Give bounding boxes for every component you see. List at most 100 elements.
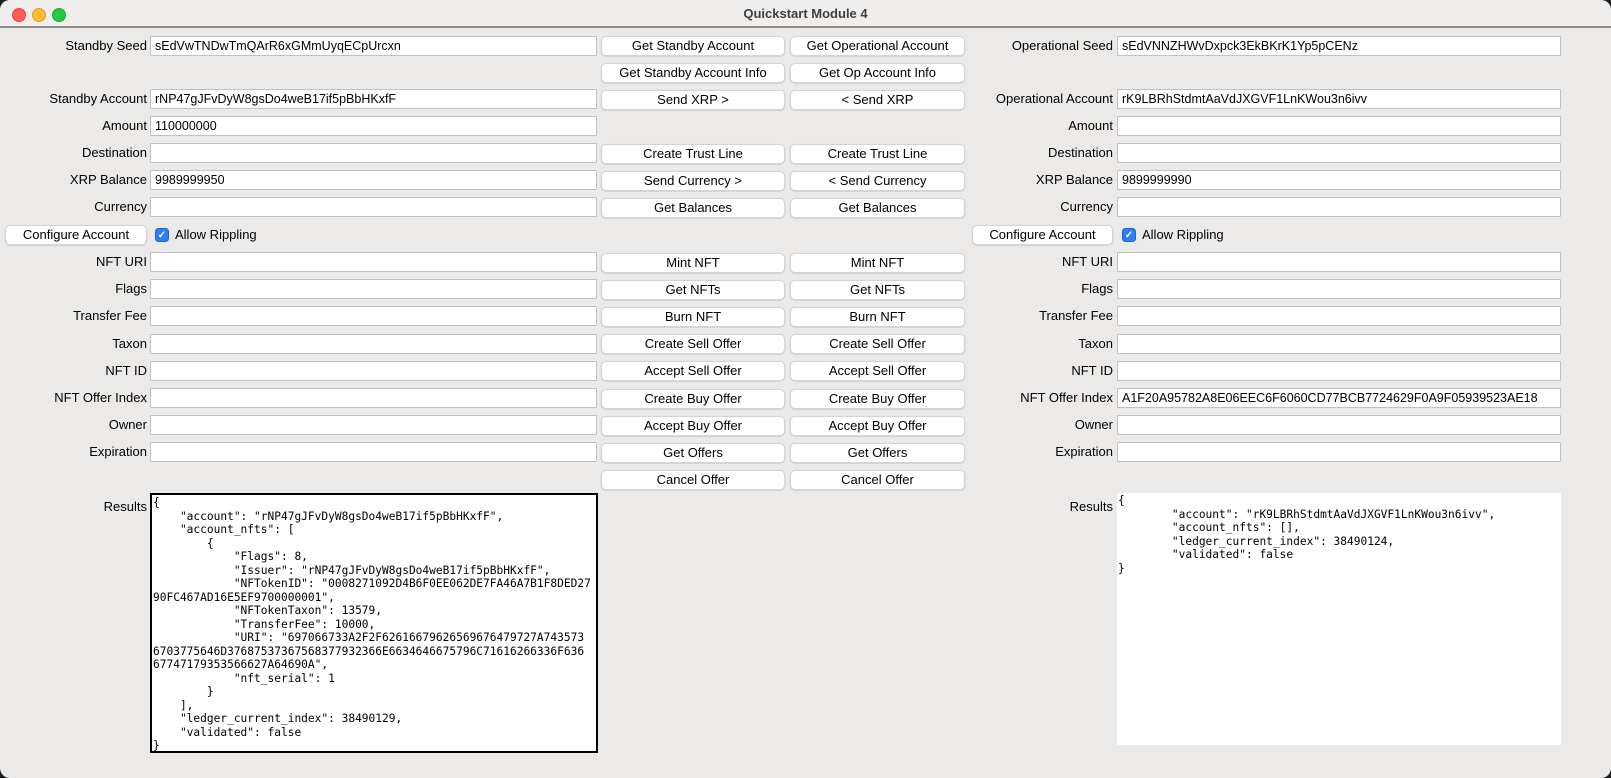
standby-send-xrp-button[interactable]: Send XRP >: [601, 90, 785, 110]
op-taxon-label: Taxon: [966, 334, 1113, 354]
op-owner-input[interactable]: [1117, 415, 1561, 435]
op-owner-label: Owner: [966, 415, 1113, 435]
standby-create-trust-line-button[interactable]: Create Trust Line: [601, 144, 785, 164]
op-taxon-input[interactable]: [1117, 334, 1561, 354]
op-send-xrp-button[interactable]: < Send XRP: [790, 90, 965, 110]
op-get-offers-button[interactable]: Get Offers: [790, 443, 965, 463]
standby-xrp-balance-input[interactable]: [150, 170, 597, 190]
standby-get-balances-button[interactable]: Get Balances: [601, 198, 785, 218]
standby-create-sell-offer-button[interactable]: Create Sell Offer: [601, 334, 785, 354]
standby-results-textarea[interactable]: { "account": "rNP47gJFvDyW8gsDo4weB17if5…: [150, 493, 598, 753]
op-expiration-input[interactable]: [1117, 442, 1561, 462]
op-burn-nft-button[interactable]: Burn NFT: [790, 307, 965, 327]
standby-xrp-balance-label: XRP Balance: [0, 170, 147, 190]
window-title: Quickstart Module 4: [0, 0, 1611, 26]
standby-results-json: { "account": "rNP47gJFvDyW8gsDo4weB17if5…: [152, 495, 596, 753]
standby-amount-label: Amount: [0, 116, 147, 136]
op-allow-rippling-checkbox[interactable]: [1122, 228, 1136, 242]
standby-account-label: Standby Account: [0, 89, 147, 109]
op-xrp-balance-input[interactable]: [1117, 170, 1561, 190]
op-mint-nft-button[interactable]: Mint NFT: [790, 253, 965, 273]
op-currency-input[interactable]: [1117, 197, 1561, 217]
standby-destination-label: Destination: [0, 143, 147, 163]
get-op-account-info-button[interactable]: Get Op Account Info: [790, 63, 965, 83]
op-account-label: Operational Account: [966, 89, 1113, 109]
op-amount-input[interactable]: [1117, 116, 1561, 136]
op-nft-offer-index-input[interactable]: [1117, 388, 1561, 408]
standby-results-label: Results: [0, 497, 147, 517]
op-create-sell-offer-button[interactable]: Create Sell Offer: [790, 334, 965, 354]
standby-transfer-fee-input[interactable]: [150, 306, 597, 326]
standby-transfer-fee-label: Transfer Fee: [0, 306, 147, 326]
op-seed-label: Operational Seed: [966, 36, 1113, 56]
get-operational-account-button[interactable]: Get Operational Account: [790, 36, 965, 56]
standby-taxon-input[interactable]: [150, 334, 597, 354]
op-transfer-fee-label: Transfer Fee: [966, 306, 1113, 326]
op-results-textarea[interactable]: { "account": "rK9LBRhStdmtAaVdJXGVF1LnKW…: [1117, 493, 1561, 745]
op-send-currency-button[interactable]: < Send Currency: [790, 171, 965, 191]
op-get-balances-button[interactable]: Get Balances: [790, 198, 965, 218]
standby-nft-offer-index-input[interactable]: [150, 388, 597, 408]
standby-nft-uri-input[interactable]: [150, 252, 597, 272]
op-cancel-offer-button[interactable]: Cancel Offer: [790, 470, 965, 490]
op-seed-input[interactable]: [1117, 36, 1561, 56]
standby-allow-rippling-label: Allow Rippling: [175, 225, 257, 245]
standby-flags-input[interactable]: [150, 279, 597, 299]
standby-owner-input[interactable]: [150, 415, 597, 435]
op-create-trust-line-button[interactable]: Create Trust Line: [790, 144, 965, 164]
op-accept-buy-offer-button[interactable]: Accept Buy Offer: [790, 416, 965, 436]
standby-cancel-offer-button[interactable]: Cancel Offer: [601, 470, 785, 490]
op-nft-uri-label: NFT URI: [966, 252, 1113, 272]
standby-expiration-label: Expiration: [0, 442, 147, 462]
op-create-buy-offer-button[interactable]: Create Buy Offer: [790, 389, 965, 409]
standby-taxon-label: Taxon: [0, 334, 147, 354]
standby-seed-input[interactable]: [150, 36, 597, 56]
op-xrp-balance-label: XRP Balance: [966, 170, 1113, 190]
op-amount-label: Amount: [966, 116, 1113, 136]
standby-mint-nft-button[interactable]: Mint NFT: [601, 253, 785, 273]
op-get-nfts-button[interactable]: Get NFTs: [790, 280, 965, 300]
standby-currency-label: Currency: [0, 197, 147, 217]
op-accept-sell-offer-button[interactable]: Accept Sell Offer: [790, 361, 965, 381]
standby-seed-label: Standby Seed: [0, 36, 147, 56]
op-nft-uri-input[interactable]: [1117, 252, 1561, 272]
standby-accept-buy-offer-button[interactable]: Accept Buy Offer: [601, 416, 785, 436]
op-nft-id-label: NFT ID: [966, 361, 1113, 381]
standby-nft-offer-index-label: NFT Offer Index: [0, 388, 147, 408]
standby-flags-label: Flags: [0, 279, 147, 299]
app-window: Quickstart Module 4 Standby Seed Standby…: [0, 0, 1611, 778]
op-nft-id-input[interactable]: [1117, 361, 1561, 381]
op-flags-input[interactable]: [1117, 279, 1561, 299]
standby-nft-id-input[interactable]: [150, 361, 597, 381]
standby-currency-input[interactable]: [150, 197, 597, 217]
op-currency-label: Currency: [966, 197, 1113, 217]
get-standby-account-info-button[interactable]: Get Standby Account Info: [601, 63, 785, 83]
standby-burn-nft-button[interactable]: Burn NFT: [601, 307, 785, 327]
standby-get-nfts-button[interactable]: Get NFTs: [601, 280, 785, 300]
standby-nft-id-label: NFT ID: [0, 361, 147, 381]
op-allow-rippling-label: Allow Rippling: [1142, 225, 1224, 245]
standby-configure-account-button[interactable]: Configure Account: [5, 225, 147, 245]
standby-account-input[interactable]: [150, 89, 597, 109]
op-flags-label: Flags: [966, 279, 1113, 299]
op-configure-account-button[interactable]: Configure Account: [972, 225, 1113, 245]
op-account-input[interactable]: [1117, 89, 1561, 109]
standby-allow-rippling-checkbox[interactable]: [155, 228, 169, 242]
op-destination-label: Destination: [966, 143, 1113, 163]
op-results-json: { "account": "rK9LBRhStdmtAaVdJXGVF1LnKW…: [1117, 493, 1561, 576]
standby-create-buy-offer-button[interactable]: Create Buy Offer: [601, 389, 785, 409]
standby-get-offers-button[interactable]: Get Offers: [601, 443, 785, 463]
get-standby-account-button[interactable]: Get Standby Account: [601, 36, 785, 56]
op-destination-input[interactable]: [1117, 143, 1561, 163]
standby-accept-sell-offer-button[interactable]: Accept Sell Offer: [601, 361, 785, 381]
op-results-label: Results: [966, 497, 1113, 517]
title-bar: Quickstart Module 4: [0, 0, 1611, 28]
op-transfer-fee-input[interactable]: [1117, 306, 1561, 326]
standby-send-currency-button[interactable]: Send Currency >: [601, 171, 785, 191]
standby-owner-label: Owner: [0, 415, 147, 435]
standby-expiration-input[interactable]: [150, 442, 597, 462]
op-nft-offer-index-label: NFT Offer Index: [966, 388, 1113, 408]
standby-amount-input[interactable]: [150, 116, 597, 136]
standby-destination-input[interactable]: [150, 143, 597, 163]
op-expiration-label: Expiration: [966, 442, 1113, 462]
